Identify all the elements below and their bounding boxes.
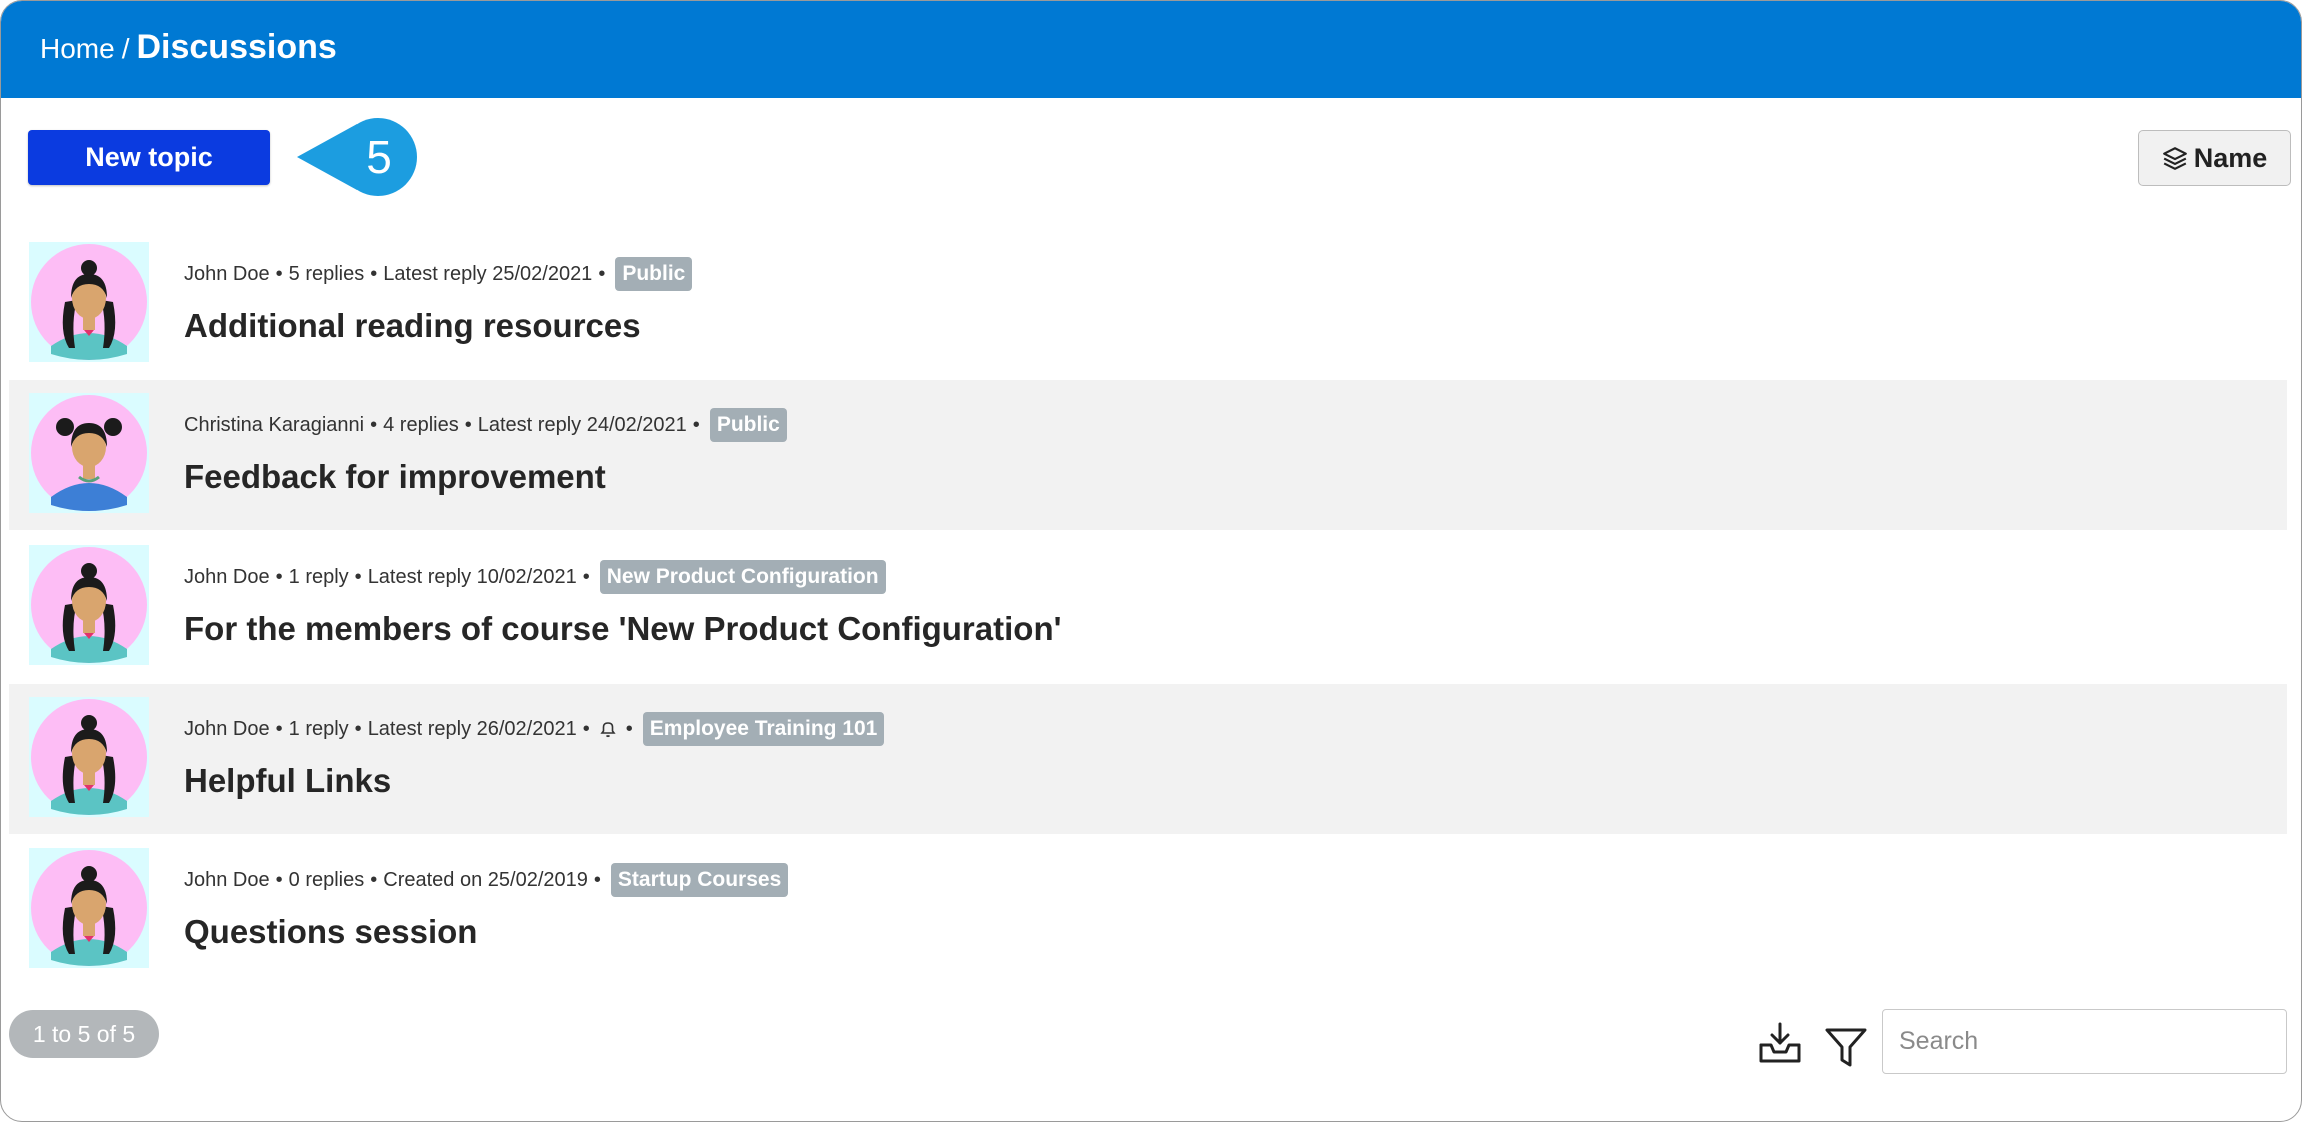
meta-separator: •	[275, 717, 283, 740]
meta-separator: •	[692, 413, 700, 436]
download-icon[interactable]	[1757, 1021, 1803, 1067]
meta-separator: •	[593, 868, 601, 891]
page-title: Discussions	[136, 28, 337, 66]
topic-tag: Employee Training 101	[642, 712, 885, 746]
topic-meta: John Doe • 0 replies • Created on 25/02/2019…	[184, 863, 789, 897]
discussions-window: Home / Discussions New topic 5 Name John…	[0, 0, 2302, 1122]
topic-author[interactable]: John Doe	[184, 263, 270, 286]
avatar	[29, 848, 149, 968]
avatar	[29, 697, 149, 817]
topic-author[interactable]: Christina Karagianni	[184, 414, 364, 437]
topic-replies: 4 replies	[383, 413, 459, 436]
topic-title[interactable]: For the members of course 'New Product C…	[184, 610, 1061, 648]
topic-author[interactable]: John Doe	[184, 566, 270, 589]
breadcrumb-separator: /	[121, 33, 130, 64]
topic-replies: 5 replies	[288, 262, 365, 285]
sort-label: Name	[2193, 142, 2268, 173]
sort-by-name-button[interactable]: Name	[2138, 130, 2291, 186]
breadcrumb: Home / Discussions	[40, 28, 337, 67]
topic-tag: Public	[709, 408, 787, 442]
topic-title[interactable]: Questions session	[184, 913, 477, 951]
topic-meta: John Doe • 1 reply • Latest reply 26/02/2021…	[184, 712, 885, 746]
topic-replies: 1 reply	[288, 717, 349, 740]
topic-meta: John Doe • 5 replies • Latest reply 25/02/20…	[184, 257, 693, 291]
topic-row[interactable]: John Doe • 1 reply • Latest reply 10/02/2021…	[9, 532, 2287, 682]
meta-separator: •	[370, 868, 378, 891]
meta-separator: •	[582, 565, 590, 588]
topic-replies: 1 reply	[288, 565, 349, 588]
topic-title[interactable]: Feedback for improvement	[184, 458, 606, 496]
topic-meta: John Doe • 1 reply • Latest reply 10/02/2021…	[184, 560, 886, 594]
meta-separator: •	[275, 565, 283, 588]
topic-title[interactable]: Helpful Links	[184, 762, 391, 800]
avatar	[29, 393, 149, 513]
topic-row[interactable]: John Doe • 5 replies • Latest reply 25/02/20…	[9, 229, 2287, 379]
bell-icon	[600, 722, 616, 738]
topic-latest-reply: Created on 25/02/2019	[383, 868, 588, 891]
topic-latest-reply: Latest reply 10/02/2021	[367, 565, 577, 588]
page-header: Home / Discussions	[1, 1, 2301, 98]
topic-author[interactable]: John Doe	[184, 718, 270, 741]
topic-tag: New Product Configuration	[599, 560, 886, 594]
topic-author[interactable]: John Doe	[184, 869, 270, 892]
search-input[interactable]	[1882, 1009, 2287, 1074]
topic-tag: Startup Courses	[610, 863, 789, 897]
pagination-info: 1 to 5 of 5	[9, 1010, 159, 1058]
breadcrumb-home[interactable]: Home	[40, 33, 115, 65]
meta-separator: •	[275, 868, 283, 891]
meta-separator: •	[275, 262, 283, 285]
filter-icon[interactable]	[1823, 1025, 1869, 1071]
new-topic-button[interactable]: New topic	[28, 130, 270, 185]
topic-latest-reply: Latest reply 26/02/2021	[367, 717, 577, 740]
topic-latest-reply: Latest reply 24/02/2021	[477, 413, 687, 436]
topic-latest-reply: Latest reply 25/02/2021	[383, 262, 593, 285]
step-callout-number: 5	[366, 131, 392, 183]
meta-separator: •	[370, 262, 378, 285]
topic-replies: 0 replies	[288, 868, 365, 891]
topic-title[interactable]: Additional reading resources	[184, 307, 641, 345]
layers-icon	[2162, 147, 2187, 170]
topic-row[interactable]: Christina Karagianni • 4 replies • Latest re…	[9, 380, 2287, 530]
avatar	[29, 545, 149, 665]
avatar	[29, 242, 149, 362]
topic-row[interactable]: John Doe • 1 reply • Latest reply 26/02/2021…	[9, 684, 2287, 834]
meta-separator: •	[598, 262, 606, 285]
meta-separator: •	[582, 717, 590, 740]
meta-separator: •	[625, 717, 633, 740]
meta-separator: •	[370, 413, 378, 436]
topic-row[interactable]: John Doe • 0 replies • Created on 25/02/2019…	[9, 835, 2287, 985]
meta-separator: •	[354, 565, 362, 588]
topic-tag: Public	[615, 257, 693, 291]
meta-separator: •	[464, 413, 472, 436]
meta-separator: •	[354, 717, 362, 740]
topic-meta: Christina Karagianni • 4 replies • Latest re…	[184, 408, 787, 442]
